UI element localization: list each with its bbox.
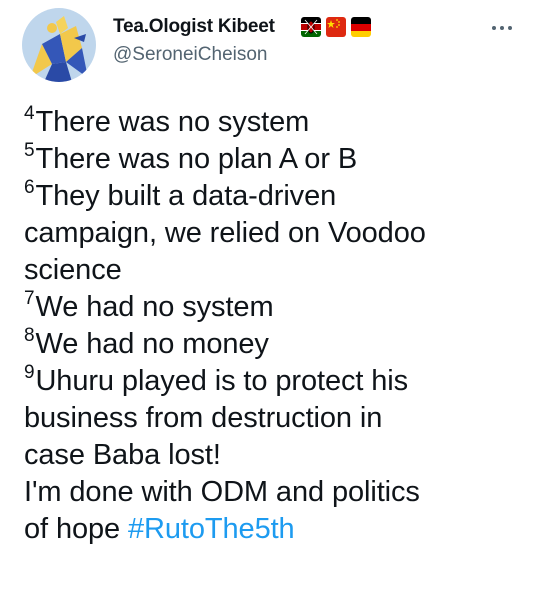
list-number: 8 — [24, 325, 35, 346]
tweet-line: campaign, we relied on Voodoo — [24, 217, 426, 249]
author-handle[interactable]: @SeroneiCheison — [113, 44, 268, 66]
tweet-text: 4There was no system 5There was no plan … — [24, 104, 524, 548]
author-display-name[interactable]: Tea.Ologist Kibeet — [113, 16, 275, 38]
tweet-line: 9Uhuru played is to protect his — [24, 362, 409, 397]
tweet-line: 4There was no system — [24, 103, 310, 138]
list-number: 9 — [24, 362, 35, 383]
tweet-line: 6They built a data-driven — [24, 177, 337, 212]
tweet-line: 7We had no system — [24, 288, 274, 323]
author-flags — [301, 17, 371, 37]
more-options-button[interactable] — [484, 16, 520, 40]
list-number: 7 — [24, 288, 35, 309]
tweet-line: I'm done with ODM and politics — [24, 476, 420, 508]
list-number: 4 — [24, 103, 35, 124]
tweet-line: 8We had no money — [24, 325, 269, 360]
kenya-flag-icon — [301, 17, 321, 37]
tweet-line: of hope #RutoThe5th — [24, 513, 295, 545]
tweet: Tea.Ologist Kibeet @SeroneiCheison 4Ther… — [0, 0, 538, 616]
tweet-line: 5There was no plan A or B — [24, 140, 358, 175]
tweet-line: case Baba lost! — [24, 439, 221, 471]
hashtag-link[interactable]: #RutoThe5th — [128, 513, 295, 545]
tweet-line: science — [24, 254, 122, 286]
tweet-line: business from destruction in — [24, 402, 383, 434]
list-number: 6 — [24, 177, 35, 198]
list-number: 5 — [24, 140, 35, 161]
germany-flag-icon — [351, 17, 371, 37]
avatar[interactable] — [22, 8, 96, 82]
china-flag-icon — [326, 17, 346, 37]
more-horizontal-icon — [492, 26, 496, 30]
